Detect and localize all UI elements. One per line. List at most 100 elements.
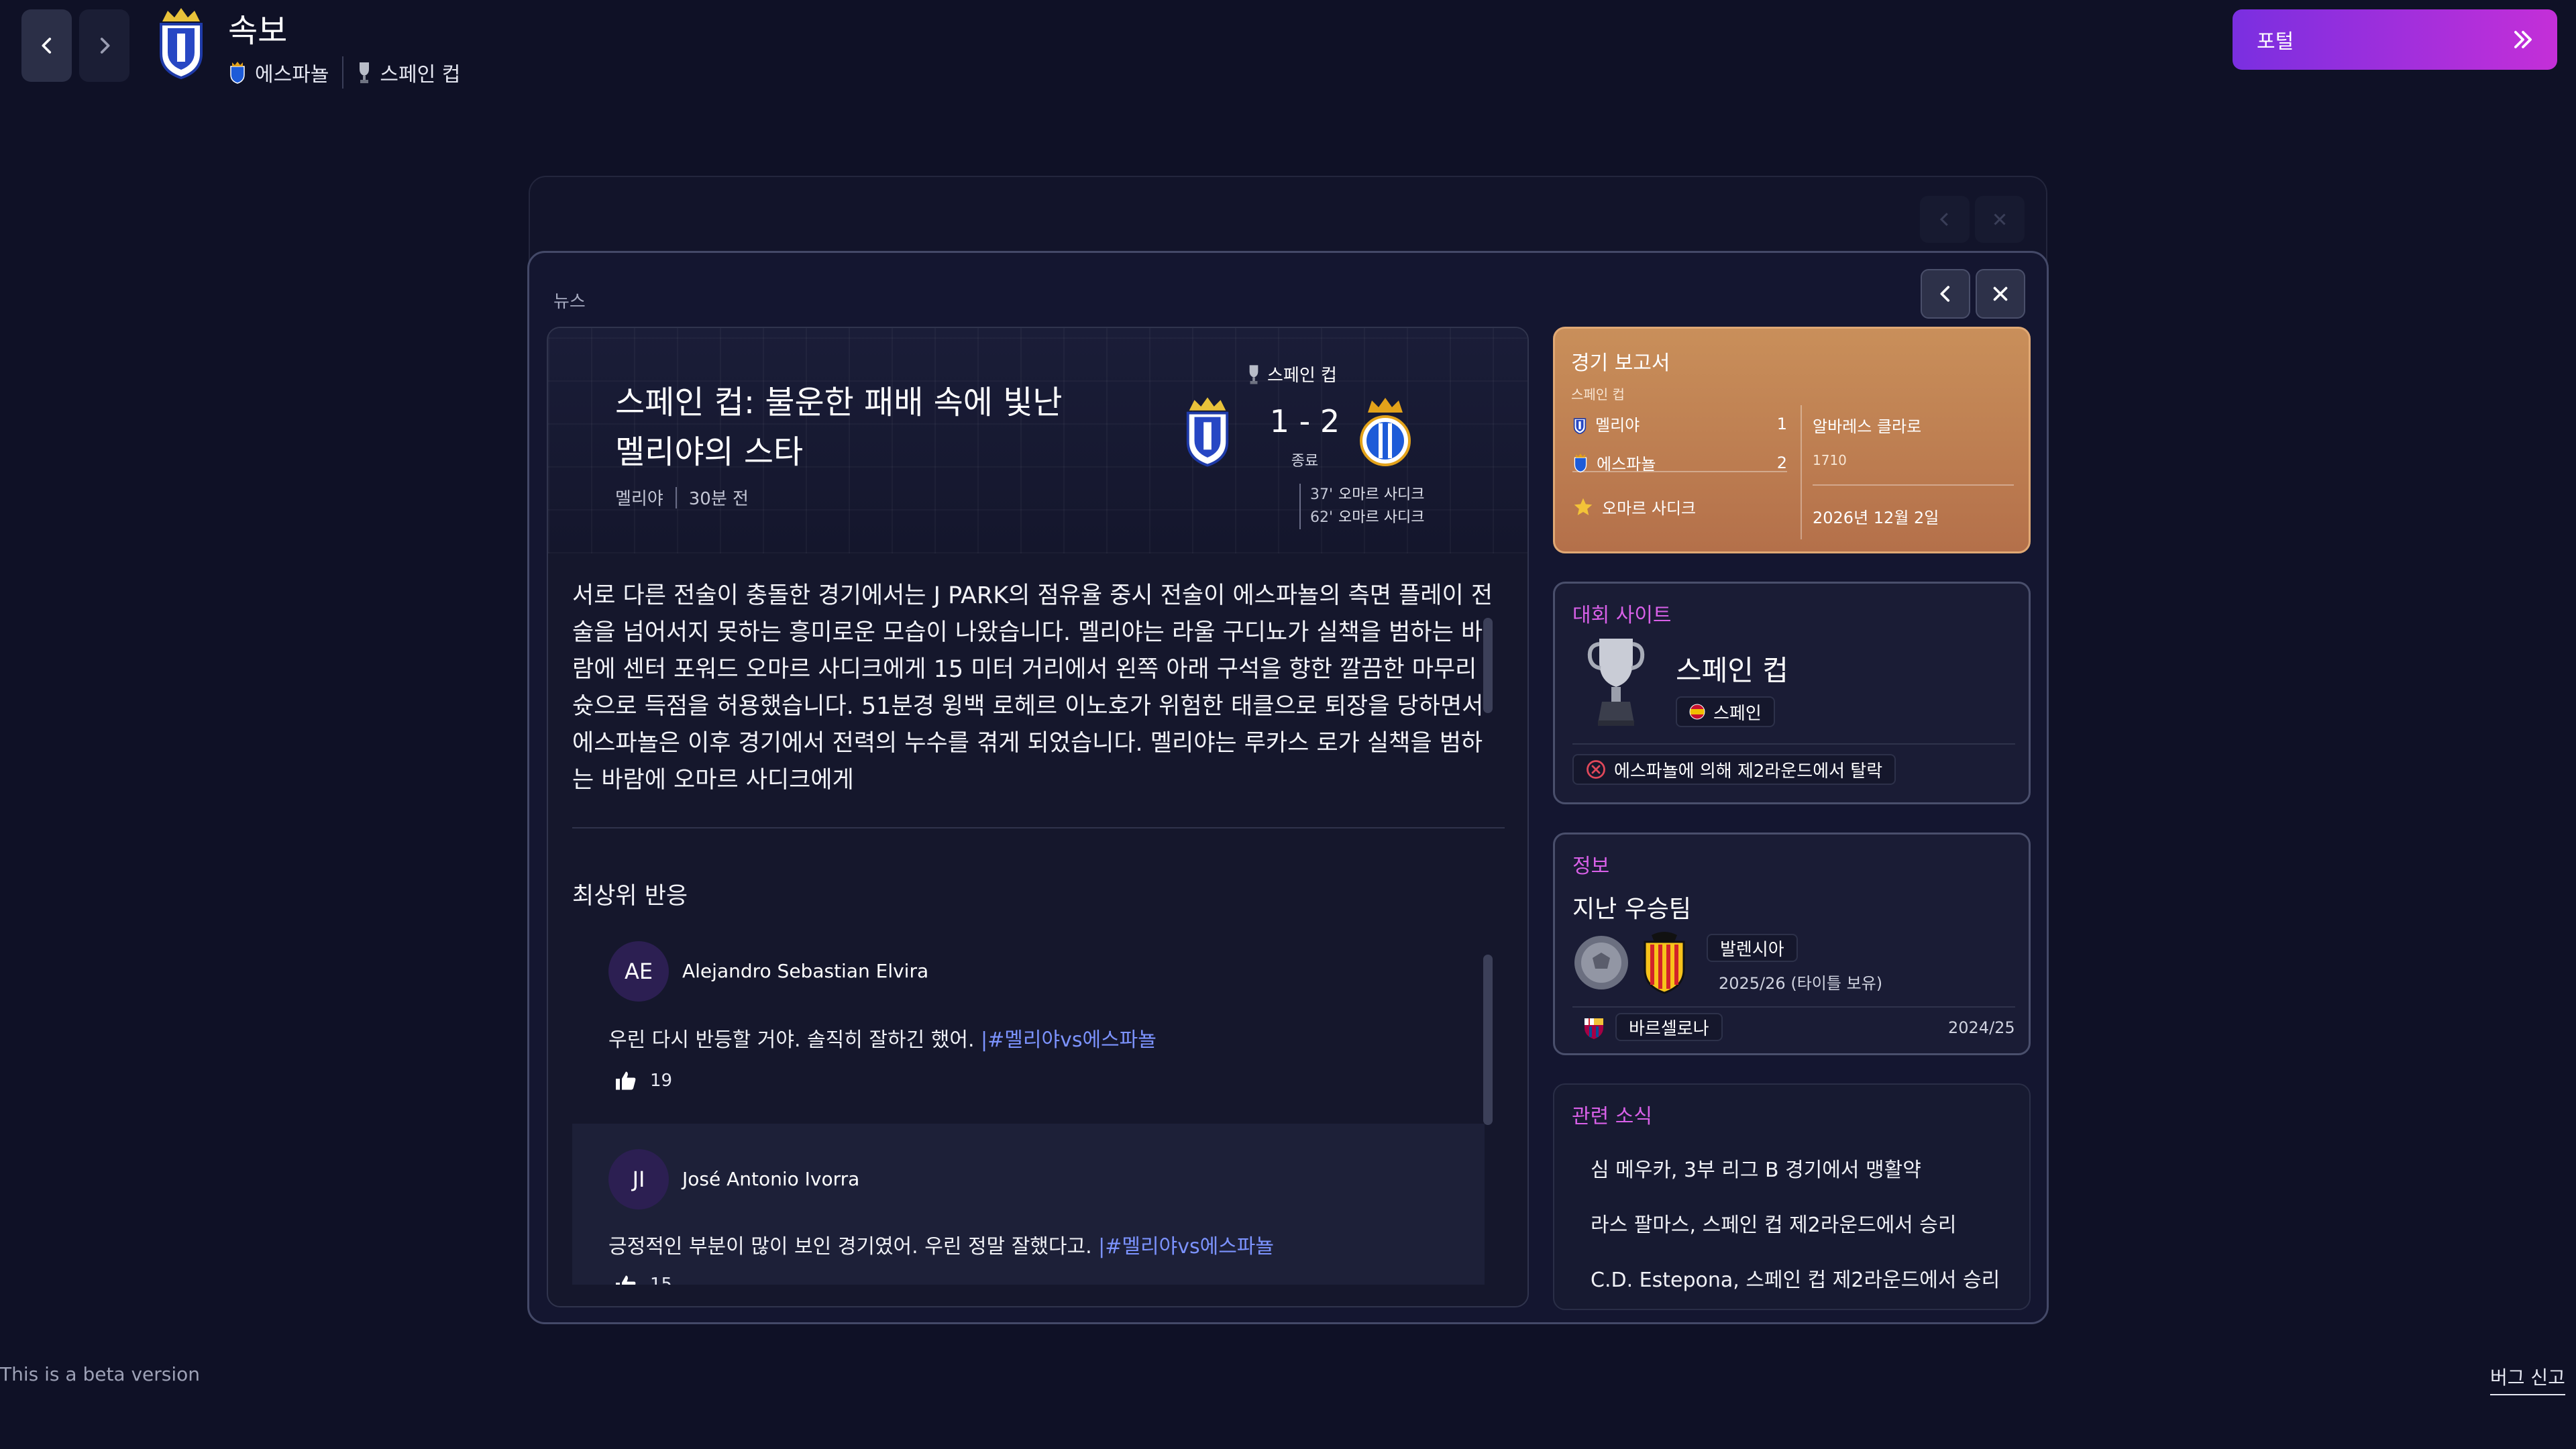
report-away-goals: 2 — [1776, 453, 1787, 472]
info-subtitle: 지난 우승팀 — [1572, 896, 1692, 923]
elimination-text: 에스파뇰에 의해 제2라운드에서 탈락 — [1614, 761, 1883, 782]
article-scrollbar[interactable] — [1483, 618, 1493, 713]
back-button[interactable] — [21, 9, 72, 82]
forward-button[interactable] — [79, 9, 129, 82]
goal-item: 62' 오마르 사디크 — [1310, 509, 1425, 526]
match-report-competition: 스페인 컵 — [1571, 386, 1625, 402]
panel-close-button[interactable] — [1976, 269, 2025, 319]
page-title: 속보 — [228, 12, 288, 50]
breadcrumb-divider — [342, 56, 344, 89]
related-news-title: 관련 소식 — [1572, 1105, 1652, 1128]
report-divider — [1801, 405, 1802, 539]
comment-item: JI José Antonio Ivorra 긍정적인 부분이 많이 보인 경기… — [572, 1124, 1485, 1285]
cup-trophy-icon — [1586, 635, 1646, 731]
report-date: 2026년 12월 2일 — [1813, 508, 1939, 527]
hashtag-link[interactable]: |#멜리야vs에스파뇰 — [981, 1028, 1157, 1052]
report-divider — [1813, 484, 2014, 486]
comment-text: 우린 다시 반등할 거야. 솔직히 잘하긴 했어. |#멜리야vs에스파뇰 — [608, 1028, 1157, 1052]
breadcrumb: 에스파뇰 스페인 컵 — [228, 56, 460, 89]
chevron-left-icon — [1940, 286, 1950, 302]
meta-divider — [675, 486, 677, 508]
article-card: 스페인 컵: 불운한 패배 속에 빛난 멜리야의 스타 멜리야 30분 전 스페… — [547, 327, 1529, 1307]
breadcrumb-club-label: 에스파뇰 — [255, 63, 329, 87]
like-button[interactable]: 15 — [614, 1273, 672, 1285]
reactions-scrollbar[interactable] — [1483, 955, 1493, 1125]
breadcrumb-competition[interactable]: 스페인 컵 — [357, 58, 460, 87]
report-attendance: 1710 — [1813, 452, 1847, 468]
report-stadium: 알바레스 클라로 — [1813, 417, 1922, 436]
latest-winner-season: 2025/26 (타이틀 보유) — [1719, 974, 1883, 993]
espanyol-crest-icon — [230, 62, 245, 84]
article-time: 30분 전 — [688, 489, 749, 509]
match-competition-label: 스페인 컵 — [1267, 366, 1337, 386]
chevron-left-icon — [1939, 213, 1948, 226]
section-divider — [572, 827, 1505, 828]
away-crest-icon — [1574, 453, 1587, 472]
previous-winner-badge[interactable]: 바르셀로나 — [1615, 1013, 1723, 1041]
card-divider — [1572, 1006, 2015, 1008]
thumbs-up-icon — [616, 1071, 636, 1090]
portal-button[interactable]: 포털 — [2233, 9, 2557, 70]
previous-winner-name: 바르셀로나 — [1629, 1018, 1709, 1039]
breadcrumb-competition-label: 스페인 컵 — [380, 63, 461, 87]
placeholder-crest-icon — [1572, 934, 1630, 994]
double-chevron-right-icon — [2514, 31, 2532, 48]
panel-back-button[interactable] — [1921, 269, 1970, 319]
portal-button-label: 포털 — [2257, 30, 2294, 54]
hashtag-link[interactable]: |#멜리야vs에스파뇰 — [1098, 1235, 1274, 1258]
trophy-icon — [360, 62, 370, 83]
thumbs-up-icon — [616, 1275, 636, 1285]
comment-text: 긍정적인 부분이 많이 보인 경기였어. 우린 정말 잘했다고. |#멜리야vs… — [608, 1235, 1274, 1258]
close-icon — [1994, 213, 2006, 225]
beta-notice: This is a beta version — [0, 1363, 201, 1385]
article-source: 멜리야 — [615, 489, 663, 509]
like-count: 15 — [650, 1275, 673, 1285]
news-panel: 뉴스 스페인 컵: 불운한 패배 속에 빛난 멜리야의 스타 멜리야 30분 전… — [527, 251, 2049, 1324]
competition-site-title: 대회 사이트 — [1572, 604, 1672, 627]
background-close-button — [1975, 196, 2025, 243]
report-home-row: 멜리야 1 — [1572, 412, 1787, 435]
article-title: 스페인 컵: 불운한 패배 속에 빛난 멜리야의 스타 — [615, 384, 1063, 471]
barcelona-crest-icon — [1583, 1016, 1605, 1042]
club-crest-icon — [156, 7, 207, 82]
match-score: 1 - 2 — [1269, 403, 1340, 439]
like-count: 19 — [650, 1071, 673, 1091]
match-status: 종료 — [1291, 453, 1319, 470]
bug-report-link[interactable]: 버그 신고 — [2490, 1363, 2565, 1395]
related-news-card: 관련 소식 심 메우카, 3부 리그 B 경기에서 맹활약 라스 팔마스, 스페… — [1553, 1083, 2031, 1310]
avatar: JI — [608, 1149, 669, 1210]
match-report-title: 경기 보고서 — [1571, 352, 1670, 375]
country-badge: 스페인 — [1676, 696, 1775, 727]
article-hero: 스페인 컵: 불운한 패배 속에 빛난 멜리야의 스타 멜리야 30분 전 스페… — [548, 328, 1527, 553]
chevron-right-icon — [100, 38, 110, 54]
home-crest-icon — [1183, 395, 1232, 470]
trophy-icon — [1249, 364, 1258, 384]
report-home-name: 멜리야 — [1595, 416, 1640, 435]
related-news-item[interactable]: C.D. Estepona, 스페인 컵 제2라운드에서 승리 — [1591, 1263, 2000, 1293]
match-report-card[interactable]: 경기 보고서 스페인 컵 멜리야 1 에스파뇰 2 오마르 사디크 알바레스 클… — [1553, 327, 2031, 553]
home-crest-icon — [1573, 417, 1587, 434]
competition-site-card[interactable]: 대회 사이트 스페인 컵 스페인 에스파뇰에 의해 제2라운드에서 탈락 — [1553, 582, 2031, 804]
country-name: 스페인 — [1713, 703, 1762, 724]
related-news-item[interactable]: 심 메우카, 3부 리그 B 경기에서 맹활약 — [1591, 1153, 1921, 1183]
latest-winner-name: 발렌시아 — [1720, 939, 1784, 960]
spain-flag-icon — [1689, 704, 1705, 720]
like-button[interactable]: 19 — [614, 1069, 672, 1093]
panel-label: 뉴스 — [553, 292, 586, 312]
star-icon — [1574, 498, 1593, 515]
info-card: 정보 지난 우승팀 발렌시아 2025/26 (타이틀 보유) 바르셀로나 20… — [1553, 833, 2031, 1055]
report-divider — [1572, 471, 1787, 472]
match-competition: 스페인 컵 — [1247, 362, 1337, 386]
article-meta: 멜리야 30분 전 — [615, 485, 749, 510]
avatar: AE — [608, 941, 669, 1002]
report-star-player: 오마르 사디크 — [1602, 499, 1697, 518]
background-back-button — [1920, 196, 1970, 243]
info-title: 정보 — [1572, 855, 1610, 878]
reactions-title: 최상위 반응 — [572, 883, 688, 910]
chevron-left-icon — [41, 38, 51, 54]
article-body: 서로 다른 전술이 충돌한 경기에서는 J PARK의 점유율 중시 전술이 에… — [572, 582, 1493, 794]
related-news-item[interactable]: 라스 팔마스, 스페인 컵 제2라운드에서 승리 — [1591, 1208, 1957, 1238]
goal-item: 37' 오마르 사디크 — [1310, 486, 1425, 503]
latest-winner-badge[interactable]: 발렌시아 — [1707, 934, 1798, 962]
breadcrumb-club[interactable]: 에스파뇰 — [228, 58, 329, 87]
